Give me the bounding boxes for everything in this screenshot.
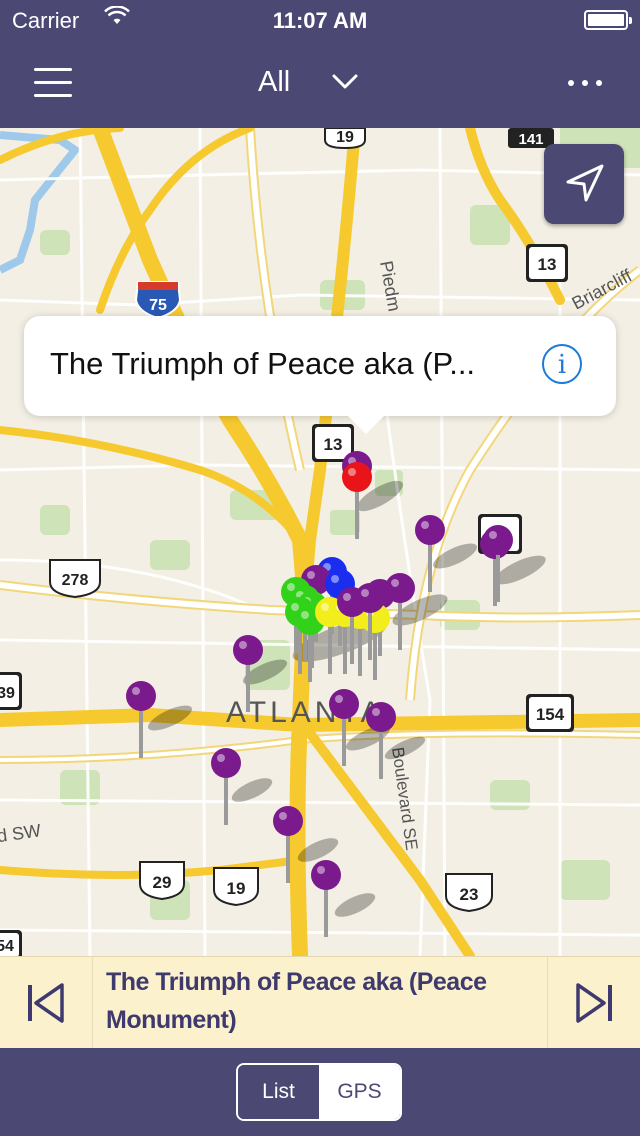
callout-title: The Triumph of Peace aka (P... bbox=[50, 346, 476, 381]
map-callout[interactable]: The Triumph of Peace aka (P... i bbox=[24, 316, 616, 434]
next-button[interactable] bbox=[547, 957, 640, 1049]
skip-previous-icon bbox=[28, 983, 64, 1023]
battery-icon bbox=[584, 10, 632, 30]
location-arrow-icon bbox=[566, 164, 604, 202]
status-bar: Carrier 11:07 AM bbox=[0, 0, 640, 40]
map-pins bbox=[126, 451, 513, 937]
selected-marker-strip: The Triumph of Peace aka (Peace Monument… bbox=[0, 956, 640, 1049]
map-pin[interactable] bbox=[366, 702, 396, 779]
bottom-toolbar: List GPS bbox=[0, 1048, 640, 1136]
skip-next-icon bbox=[576, 983, 612, 1023]
map-pin[interactable] bbox=[311, 860, 341, 937]
view-mode-segmented-control: List GPS bbox=[236, 1063, 402, 1121]
map-pin[interactable] bbox=[211, 748, 241, 825]
map-pin[interactable] bbox=[415, 515, 445, 592]
ellipsis-icon[interactable] bbox=[568, 78, 602, 88]
map-pin[interactable] bbox=[483, 525, 513, 602]
selected-marker-title: The Triumph of Peace aka (Peace Monument… bbox=[106, 968, 487, 1034]
map-pin[interactable] bbox=[329, 689, 359, 766]
clock: 11:07 AM bbox=[272, 8, 368, 33]
category-filter-title[interactable]: All bbox=[258, 66, 290, 99]
navigation-bar: All bbox=[0, 40, 640, 128]
locate-me-button[interactable] bbox=[544, 144, 624, 224]
list-segment[interactable]: List bbox=[238, 1065, 319, 1119]
map-pin[interactable] bbox=[126, 681, 156, 758]
map-pin[interactable] bbox=[273, 806, 303, 883]
map-pin[interactable] bbox=[233, 635, 263, 712]
map-pin[interactable] bbox=[360, 603, 390, 680]
hamburger-icon[interactable] bbox=[34, 68, 72, 98]
gps-segment[interactable]: GPS bbox=[319, 1065, 400, 1119]
previous-button[interactable] bbox=[0, 957, 93, 1049]
map-pin[interactable] bbox=[342, 462, 372, 539]
info-icon[interactable]: i bbox=[542, 344, 582, 384]
chevron-down-icon[interactable] bbox=[332, 70, 358, 92]
map-view[interactable]: ATLANTA Piedm Briarcliff Boulevard SE d … bbox=[0, 128, 640, 956]
